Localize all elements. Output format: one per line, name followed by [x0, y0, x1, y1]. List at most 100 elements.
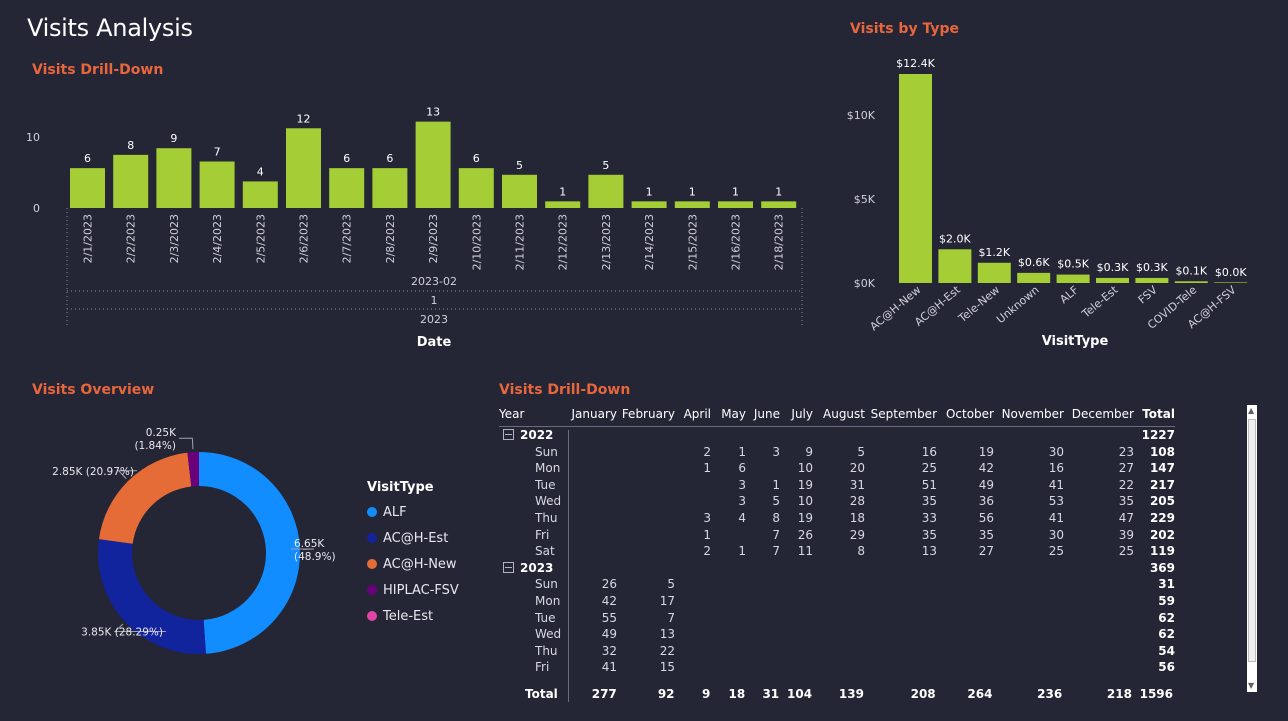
type-bar-chart[interactable]: $10K $5K $0K $12.4KAC@H-New$2.0KAC@H-Est…	[840, 40, 1260, 360]
bar[interactable]	[1174, 281, 1208, 283]
bar-data-label: 1	[559, 185, 566, 198]
matrix-year-row: 2023 369	[499, 560, 1175, 577]
bar-data-label: $0.6K	[1018, 256, 1050, 269]
matrix-column-header[interactable]: September	[865, 402, 937, 427]
bar[interactable]	[631, 201, 667, 208]
matrix-column-header[interactable]: August	[813, 402, 865, 427]
matrix-column-header[interactable]: April	[675, 402, 711, 427]
matrix-column-header[interactable]: October	[937, 402, 994, 427]
bar-data-label: 1	[689, 185, 696, 198]
matrix-cell	[813, 576, 865, 593]
matrix-cell: 18	[849, 510, 865, 525]
bar[interactable]	[156, 148, 192, 208]
matrix-cell: 9	[805, 444, 813, 459]
matrix-cell	[675, 659, 711, 676]
matrix-column-header[interactable]: June	[746, 402, 780, 427]
slice-data-label: 2.85K (20.97%)	[52, 466, 134, 478]
bar-data-label: 6	[473, 152, 480, 165]
matrix-cell	[780, 593, 813, 610]
matrix-cell: 33	[921, 510, 937, 525]
legend-item-hiplac-fsv[interactable]: HIPLAC-FSV	[367, 577, 459, 603]
bar[interactable]	[113, 154, 149, 208]
scroll-up-icon[interactable]: ▲	[1248, 406, 1254, 416]
legend-label: Tele-Est	[383, 608, 434, 624]
legend-dot-icon	[367, 533, 377, 543]
bar[interactable]	[938, 249, 972, 283]
x-tick-label: Tele-Est	[1079, 283, 1121, 321]
matrix-scrollbar[interactable]: ▲ ▼	[1247, 405, 1257, 692]
matrix-cell	[780, 626, 813, 643]
matrix-cell: 26	[797, 527, 813, 542]
matrix-column-header[interactable]: Year	[499, 402, 567, 427]
x-tick-label: 2/12/2023	[557, 214, 570, 270]
matrix-cell	[865, 427, 937, 444]
scroll-down-icon[interactable]: ▼	[1248, 681, 1254, 691]
matrix-cell: 3	[772, 444, 780, 459]
matrix-cell	[675, 427, 711, 444]
bar[interactable]	[458, 168, 494, 208]
legend-label: ALF	[383, 504, 407, 520]
matrix-row: Fri 1 7 26 29 35 35 30 39 202	[499, 527, 1175, 544]
matrix-row: Fri 41 15 56	[499, 659, 1175, 676]
bar[interactable]	[1017, 272, 1051, 283]
bar[interactable]	[242, 181, 278, 208]
overview-donut-chart[interactable]: 6.65K(48.9%) 3.85K (28.29%) 2.85K (20.97%)…	[0, 400, 360, 700]
legend-item-alf[interactable]: ALF	[367, 499, 459, 525]
matrix-cell: 42	[601, 593, 617, 608]
matrix-cell: 3	[738, 494, 746, 509]
matrix-cell: 13	[659, 627, 675, 642]
bar[interactable]	[1056, 274, 1090, 283]
bar[interactable]	[545, 201, 581, 208]
matrix-column-header[interactable]: July	[780, 402, 813, 427]
bar[interactable]	[1214, 282, 1248, 283]
matrix-cell	[937, 659, 994, 676]
bar[interactable]	[1096, 277, 1129, 283]
matrix-column-header[interactable]: February	[617, 402, 675, 427]
x-tick-label: 2/9/2023	[427, 214, 440, 263]
matrix-cell	[937, 593, 994, 610]
bar[interactable]	[718, 201, 753, 208]
collapse-icon[interactable]	[503, 429, 514, 440]
scroll-thumb[interactable]	[1248, 419, 1256, 662]
bar[interactable]	[977, 262, 1011, 283]
matrix-cell: 7	[772, 527, 780, 542]
bar[interactable]	[286, 128, 321, 208]
matrix-column-header[interactable]: November	[994, 402, 1064, 427]
matrix-row: Mon 42 17 59	[499, 593, 1175, 610]
matrix-column-header[interactable]: Total	[1134, 402, 1175, 427]
matrix-column-header[interactable]: December	[1064, 402, 1134, 427]
legend-item-ac-h-est[interactable]: AC@H-Est	[367, 525, 459, 551]
year-label: 2023	[420, 313, 448, 326]
donut-slice[interactable]	[199, 452, 301, 654]
bar[interactable]	[415, 121, 451, 208]
collapse-icon[interactable]	[503, 561, 514, 573]
matrix-column-header[interactable]: May	[711, 402, 746, 427]
bar[interactable]	[674, 201, 710, 208]
matrix-cell: 53	[1048, 494, 1064, 509]
drilldown-bar-chart[interactable]: 10 0 6 2/1/2023 8 2/2/2023 9 2/3/2023 7 2/4/202…	[0, 80, 820, 360]
bar[interactable]	[199, 161, 235, 209]
matrix-cell	[813, 593, 865, 610]
legend-item-ac-h-new[interactable]: AC@H-New	[367, 551, 459, 577]
bar[interactable]	[372, 168, 408, 208]
bar[interactable]	[761, 201, 797, 208]
matrix-cell: 10	[797, 494, 813, 509]
slice-data-label: (48.9%)	[294, 551, 336, 563]
bar[interactable]	[1135, 277, 1169, 283]
bar[interactable]	[329, 168, 365, 208]
matrix-cell	[865, 593, 937, 610]
legend-item-tele-est[interactable]: Tele-Est	[367, 603, 459, 629]
matrix-cell	[1064, 626, 1134, 643]
matrix-column-header[interactable]: January	[567, 402, 617, 427]
matrix-cell	[865, 610, 937, 627]
bar-data-label: 5	[516, 159, 523, 172]
bar[interactable]	[70, 168, 105, 208]
matrix-cell: 8	[772, 510, 780, 525]
bar[interactable]	[502, 174, 537, 208]
bar[interactable]	[588, 174, 624, 208]
matrix-cell: 3	[738, 477, 746, 492]
matrix-cell: 2	[703, 444, 711, 459]
drilldown-matrix[interactable]: Year January February April May June July Augus…	[499, 402, 1241, 706]
matrix-cell	[567, 460, 617, 477]
bar[interactable]	[899, 74, 932, 283]
